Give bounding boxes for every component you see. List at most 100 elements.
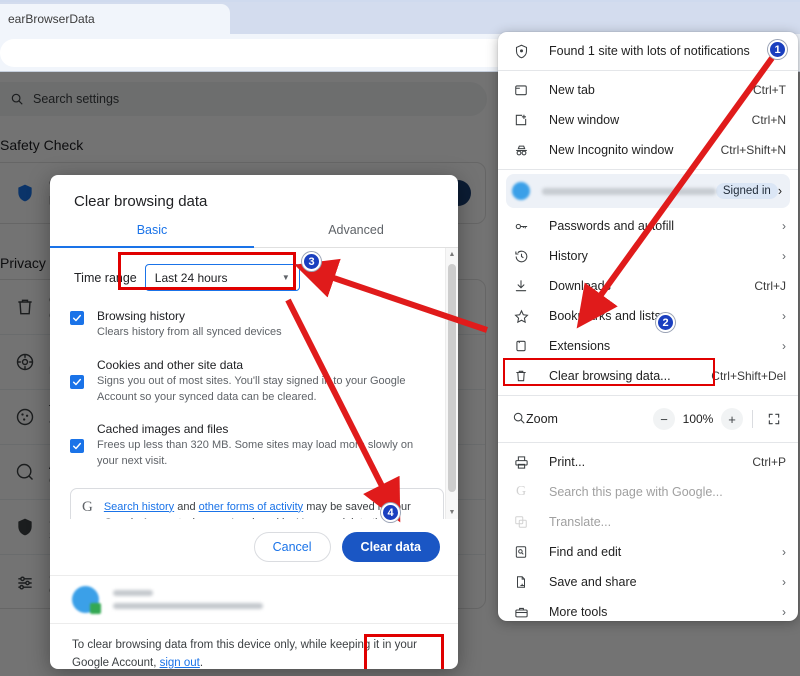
menu-item-notifications[interactable]: Found 1 site with lots of notifications	[498, 36, 798, 66]
check-icon	[72, 378, 82, 386]
fullscreen-icon[interactable]	[762, 407, 786, 431]
sign-out-link[interactable]: sign out	[160, 657, 200, 669]
dialog-footer-note: To clear browsing data from this device …	[50, 623, 458, 669]
checkbox-cookies[interactable]	[70, 374, 84, 389]
trash-icon	[512, 369, 530, 383]
menu-item-label: New Incognito window	[549, 143, 674, 157]
chevron-right-icon: ›	[782, 339, 786, 353]
profile-avatar	[512, 182, 530, 200]
menu-item-passwords-and-autofill[interactable]: Passwords and autofill ›	[498, 211, 798, 241]
menu-item-new-tab[interactable]: New tab Ctrl+T	[498, 75, 798, 105]
time-range-label: Time range	[74, 270, 137, 285]
account-email-redacted	[113, 603, 263, 609]
checkbox-row-cookies[interactable]: Cookies and other site data Signs you ou…	[50, 358, 458, 406]
zoom-label: Zoom	[526, 412, 558, 426]
chevron-right-icon: ›	[777, 184, 782, 198]
menu-item-new-incognito-window[interactable]: New Incognito window Ctrl+Shift+N	[498, 135, 798, 165]
menu-item-downloads[interactable]: Downloads Ctrl+J	[498, 271, 798, 301]
menu-item-shortcut: Ctrl+Shift+N	[720, 143, 786, 157]
scroll-up-arrow-icon[interactable]: ▲	[446, 248, 458, 261]
check-icon	[72, 442, 82, 449]
clear-data-button[interactable]: Clear data	[341, 532, 440, 562]
menu-separator	[498, 169, 798, 170]
download-icon	[512, 279, 530, 293]
incognito-icon	[512, 143, 530, 158]
chevron-right-icon: ›	[782, 575, 786, 589]
menu-item-find-and-edit[interactable]: Find and edit ›	[498, 537, 798, 567]
menu-item-search-page-with-google[interactable]: G Search this page with Google...	[498, 477, 798, 507]
chevron-down-icon: ▼	[281, 273, 290, 282]
menu-item-label: New tab	[549, 83, 595, 97]
menu-item-label: Clear browsing data...	[549, 369, 671, 383]
menu-item-new-window[interactable]: New window Ctrl+N	[498, 105, 798, 135]
menu-item-label: New window	[549, 113, 620, 127]
star-icon	[512, 309, 530, 324]
menu-item-shortcut: Ctrl+T	[753, 83, 786, 97]
dialog-title: Clear browsing data	[74, 193, 208, 210]
other-activity-link[interactable]: other forms of activity	[199, 501, 304, 513]
chevron-right-icon: ›	[782, 605, 786, 619]
checkbox-desc: Clears history from all synced devices	[97, 326, 282, 338]
step-badge-3: 3	[302, 252, 321, 271]
menu-item-label: Save and share	[549, 575, 637, 589]
menu-item-label: Passwords and autofill	[549, 219, 675, 233]
menu-item-history[interactable]: History ›	[498, 241, 798, 271]
printer-icon	[512, 455, 530, 470]
checkbox-title: Cached images and files	[97, 421, 229, 436]
tab-basic[interactable]: Basic	[50, 223, 254, 248]
time-range-value: Last 24 hours	[154, 270, 228, 285]
scrollbar-thumb[interactable]	[448, 264, 456, 492]
menu-item-label: More tools	[549, 605, 608, 619]
checkbox-browsing-history[interactable]	[70, 311, 84, 325]
checkbox-row-browsing-history[interactable]: Browsing history Clears history from all…	[50, 309, 458, 341]
search-history-link[interactable]: Search history	[104, 501, 174, 513]
menu-item-save-and-share[interactable]: Save and share ›	[498, 567, 798, 597]
account-strip[interactable]	[50, 575, 458, 623]
menu-item-label: Translate...	[549, 515, 612, 529]
zoom-out-button[interactable]: −	[653, 408, 675, 430]
menu-separator	[498, 442, 798, 443]
account-avatar	[72, 586, 101, 614]
address-bar[interactable]	[0, 39, 580, 67]
menu-item-more-tools[interactable]: More tools ›	[498, 597, 798, 621]
menu-item-label: Print...	[549, 455, 586, 469]
menu-separator	[498, 395, 798, 396]
check-icon	[72, 314, 82, 322]
find-icon	[512, 545, 530, 559]
save-share-icon	[512, 575, 530, 589]
time-range-select[interactable]: Last 24 hours ▼	[144, 264, 300, 291]
menu-item-clear-browsing-data[interactable]: Clear browsing data... Ctrl+Shift+Del	[498, 358, 798, 391]
scroll-down-arrow-icon[interactable]: ▼	[446, 506, 458, 519]
account-name-redacted	[113, 590, 153, 596]
step-badge-4: 4	[381, 503, 400, 522]
tab-advanced[interactable]: Advanced	[254, 223, 458, 248]
checkbox-row-cached-files[interactable]: Cached images and files Frees up less th…	[50, 422, 458, 470]
menu-item-extensions[interactable]: Extensions ›	[498, 331, 798, 361]
magnifier-icon	[512, 411, 526, 428]
google-g-icon: G	[82, 498, 93, 515]
tab-strip: earBrowserData	[0, 0, 800, 34]
menu-item-print[interactable]: Print... Ctrl+P	[498, 447, 798, 477]
browser-tab[interactable]: earBrowserData	[0, 4, 230, 34]
menu-item-profile[interactable]: Signed in ›	[506, 174, 790, 208]
menu-item-translate[interactable]: Translate...	[498, 507, 798, 537]
menu-item-shortcut: Ctrl+J	[754, 279, 786, 293]
chevron-right-icon: ›	[782, 249, 786, 263]
dialog-tabs: Basic Advanced	[50, 223, 458, 248]
dialog-scrollbar[interactable]: ▲ ▼	[445, 248, 458, 519]
new-tab-icon	[512, 83, 530, 97]
menu-item-label: Find and edit	[549, 545, 622, 559]
tab-title: earBrowserData	[8, 12, 95, 26]
google-g-icon: G	[515, 484, 527, 499]
zoom-in-button[interactable]: +	[721, 408, 743, 430]
step-badge-2: 2	[656, 313, 675, 332]
menu-item-label: Found 1 site with lots of notifications	[549, 44, 750, 58]
zoom-level-value: 100%	[682, 412, 714, 426]
menu-item-label: History	[549, 249, 588, 263]
step-badge-1: 1	[768, 40, 787, 59]
dialog-scroll-area: Time range Last 24 hours ▼ Browsing hist…	[50, 248, 458, 519]
cancel-button[interactable]: Cancel	[253, 532, 331, 562]
menu-item-bookmarks-and-lists[interactable]: Bookmarks and lists ›	[498, 301, 798, 331]
chrome-main-menu: Found 1 site with lots of notifications …	[498, 32, 798, 621]
checkbox-cached-files[interactable]	[70, 438, 84, 453]
